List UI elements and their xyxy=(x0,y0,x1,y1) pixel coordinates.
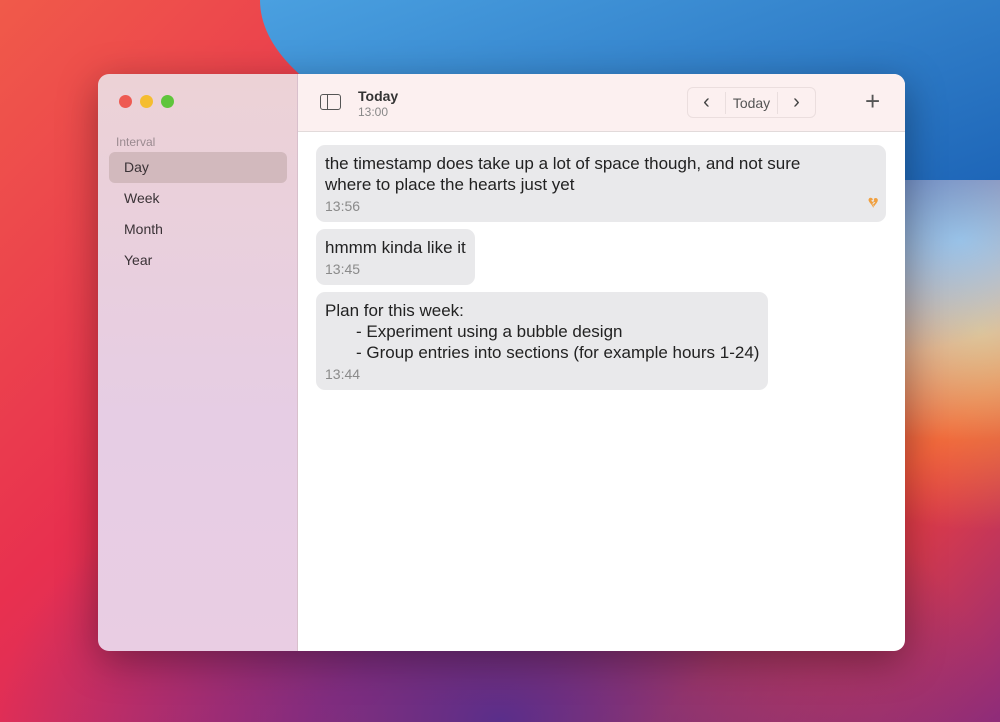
sidebar-item-day[interactable]: Day xyxy=(109,152,287,183)
message-text: Plan for this week: xyxy=(325,301,464,320)
window-controls xyxy=(119,95,174,108)
add-button[interactable]: + xyxy=(865,86,880,117)
close-button[interactable] xyxy=(119,95,132,108)
zoom-button[interactable] xyxy=(161,95,174,108)
message-text: - Experiment using a bubble design xyxy=(356,322,623,341)
message-text: where to place the hearts just yet xyxy=(325,175,575,194)
chevron-right-icon[interactable]: › xyxy=(778,91,815,114)
main-pane: Today 13:00 ‹ Today › + the timestamp do… xyxy=(298,74,905,651)
message-time: 13:56 xyxy=(325,198,361,214)
message-text: - Group entries into sections (for examp… xyxy=(356,343,760,362)
sidebar-item-week[interactable]: Week xyxy=(109,183,287,214)
sidebar-item-year[interactable]: Year xyxy=(109,245,287,276)
today-button[interactable]: Today xyxy=(725,91,778,114)
toolbar: Today 13:00 ‹ Today › + xyxy=(298,74,905,132)
app-window: Interval Day Week Month Year Today 13:00… xyxy=(98,74,905,651)
message-bubble[interactable]: hmmm kinda like it 13:45 xyxy=(316,229,475,285)
message-list: the timestamp does take up a lot of spac… xyxy=(298,132,905,410)
section-label: Interval xyxy=(116,135,156,149)
message-time: 13:44 xyxy=(325,366,361,382)
page-subtitle: 13:00 xyxy=(358,105,389,119)
sidebar-item-month[interactable]: Month xyxy=(109,214,287,245)
sidebar-toggle-icon[interactable] xyxy=(320,94,341,110)
message-text: hmmm kinda like it xyxy=(325,238,466,257)
minimize-button[interactable] xyxy=(140,95,153,108)
message-text: the timestamp does take up a lot of spac… xyxy=(325,154,801,173)
message-bubble[interactable]: the timestamp does take up a lot of spac… xyxy=(316,145,886,222)
page-title: Today xyxy=(358,88,399,104)
message-time: 13:45 xyxy=(325,261,361,277)
chevron-left-icon[interactable]: ‹ xyxy=(688,91,725,114)
message-bubble[interactable]: Plan for this week: - Experiment using a… xyxy=(316,292,769,390)
date-navigator: ‹ Today › xyxy=(687,87,816,118)
broken-heart-icon[interactable]: 💔︎ xyxy=(868,193,878,214)
sidebar: Interval Day Week Month Year xyxy=(98,74,298,651)
